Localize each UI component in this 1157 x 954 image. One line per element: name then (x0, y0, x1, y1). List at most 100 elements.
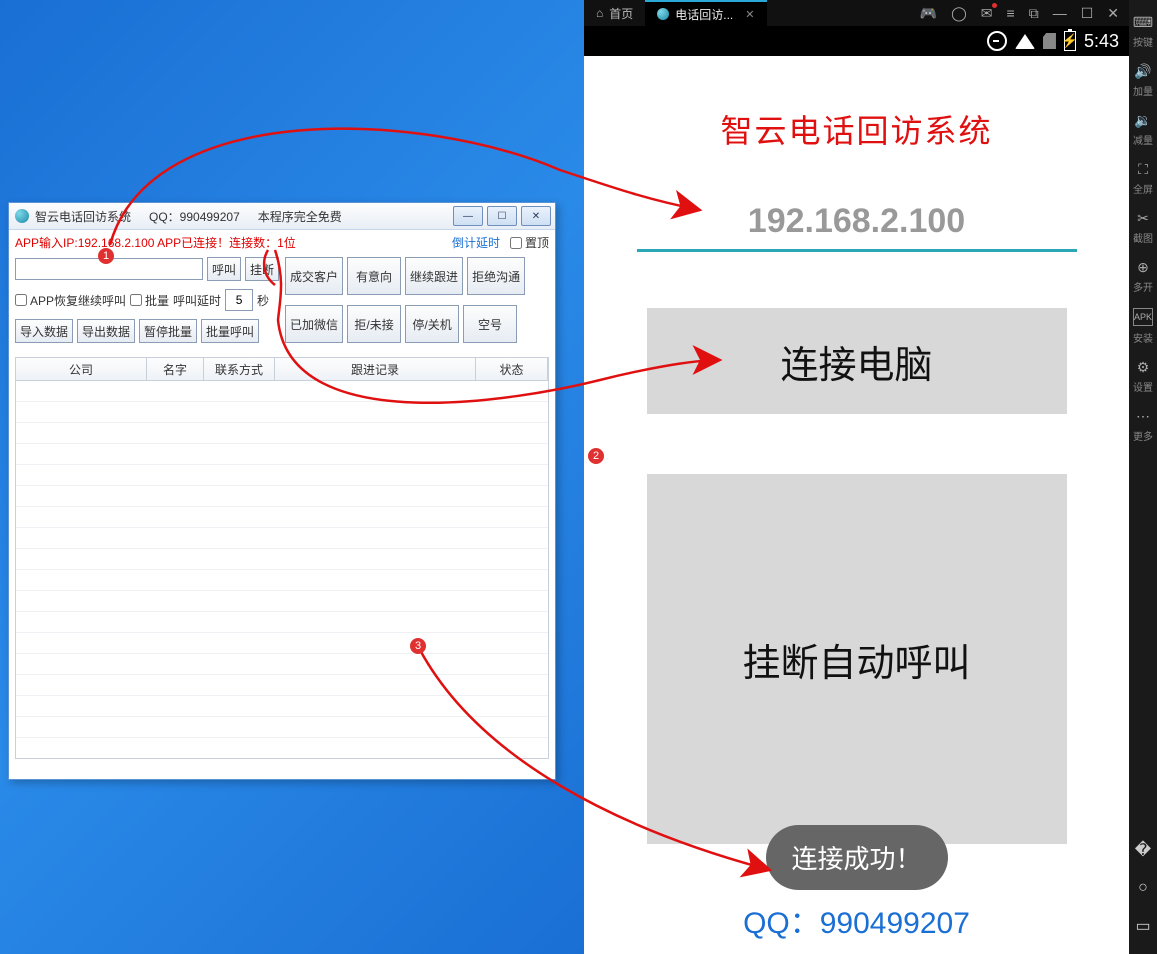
batch-call-button[interactable]: 批量呼叫 (201, 319, 259, 343)
status-line: APP输入IP:192.168.2.100 APP已连接！连接数：1位 倒计延时… (9, 230, 555, 255)
empty-button[interactable]: 空号 (463, 305, 517, 343)
table-row[interactable] (16, 717, 548, 738)
sidebar-multi[interactable]: ⊕多开 (1133, 259, 1153, 294)
sidebar-voldn[interactable]: 🔉减量 (1133, 112, 1153, 147)
more-icon: ⋯ (1135, 408, 1151, 424)
table-row[interactable] (16, 633, 548, 654)
table-row[interactable] (16, 591, 548, 612)
export-button[interactable]: 导出数据 (77, 319, 135, 343)
deal-button[interactable]: 成交客户 (285, 257, 343, 295)
app-icon (15, 209, 29, 223)
wechat-button[interactable]: 已加微信 (285, 305, 343, 343)
sidebar-keys[interactable]: ⌨按键 (1133, 14, 1153, 49)
title-app: 智云电话回访系统 (35, 208, 131, 225)
resume-checkbox[interactable]: APP恢复继续呼叫 (15, 292, 126, 309)
user-icon[interactable]: ◯ (951, 5, 967, 22)
table-row[interactable] (16, 612, 548, 633)
app-title: 智云电话回访系统 (584, 106, 1129, 152)
minimize-button[interactable]: — (453, 206, 483, 226)
titlebar[interactable]: 智云电话回访系统 QQ：990499207 本程序完全免费 — ☐ ✕ (9, 203, 555, 230)
maximize-icon[interactable]: ☐ (1081, 5, 1094, 22)
volup-icon: 🔊 (1135, 63, 1151, 79)
sidebar-fullscreen[interactable]: ⛶全屏 (1133, 161, 1153, 196)
table-row[interactable] (16, 528, 548, 549)
sidebar-more[interactable]: ⋯更多 (1133, 408, 1153, 443)
nav-recent[interactable]: ▭ (1133, 916, 1153, 936)
table-row[interactable] (16, 507, 548, 528)
toast-message: 连接成功！ (765, 825, 947, 890)
title-free: 本程序完全免费 (258, 208, 342, 225)
table-row[interactable] (16, 675, 548, 696)
emulator-window-controls: 🎮 ◯ ✉ ≡ ⧉ — ☐ ✕ (920, 5, 1129, 22)
table-row[interactable] (16, 465, 548, 486)
sidebar-screenshot[interactable]: ✂截图 (1133, 210, 1153, 245)
table-row[interactable] (16, 654, 548, 675)
home-icon: ⌂ (596, 6, 603, 20)
table-row[interactable] (16, 696, 548, 717)
qq-label: QQ：990499207 (743, 898, 970, 942)
table-row[interactable] (16, 738, 548, 759)
tab-home[interactable]: ⌂ 首页 (584, 0, 645, 26)
menu-icon[interactable]: ≡ (1007, 5, 1015, 21)
auto-call-button[interactable]: 挂断自动呼叫 (647, 474, 1067, 844)
table-row[interactable] (16, 402, 548, 423)
tab-home-label: 首页 (609, 5, 633, 22)
import-button[interactable]: 导入数据 (15, 319, 73, 343)
table-row[interactable] (16, 570, 548, 591)
multi-icon: ⊕ (1135, 259, 1151, 275)
table-row[interactable] (16, 381, 548, 402)
off-button[interactable]: 停/关机 (405, 305, 459, 343)
multiwin-icon[interactable]: ⧉ (1029, 5, 1039, 22)
phone-input[interactable] (15, 258, 203, 280)
col-status[interactable]: 状态 (476, 358, 548, 380)
call-button[interactable]: 呼叫 (207, 257, 241, 281)
status-ip-label: APP输入IP:192.168.2.100 APP已连接！连接数：1位 (15, 234, 296, 251)
table-row[interactable] (16, 423, 548, 444)
refuse-button[interactable]: 拒绝沟通 (467, 257, 525, 295)
wifi-icon (1015, 34, 1035, 49)
sidebar-apk[interactable]: APK安装 (1133, 308, 1153, 345)
col-name[interactable]: 名字 (147, 358, 204, 380)
delay-input[interactable] (225, 289, 253, 311)
mail-icon[interactable]: ✉ (981, 5, 993, 22)
countdown-link[interactable]: 倒计延时 (452, 234, 500, 251)
nav-back[interactable]: � (1133, 840, 1153, 860)
pause-batch-button[interactable]: 暂停批量 (139, 319, 197, 343)
miss-button[interactable]: 拒/未接 (347, 305, 401, 343)
sidebar-settings[interactable]: ⚙设置 (1133, 359, 1153, 394)
data-table[interactable]: 公司 名字 联系方式 跟进记录 状态 (15, 357, 549, 759)
tab-app[interactable]: 电话回访... ✕ (645, 0, 766, 26)
col-contact[interactable]: 联系方式 (204, 358, 275, 380)
ip-input[interactable]: 192.168.2.100 (637, 202, 1077, 252)
maximize-button[interactable]: ☐ (487, 206, 517, 226)
windows-app: 智云电话回访系统 QQ：990499207 本程序完全免费 — ☐ ✕ APP输… (8, 202, 556, 780)
delay-label: 呼叫延时 (173, 292, 221, 309)
table-row[interactable] (16, 549, 548, 570)
pin-top-checkbox[interactable]: 置顶 (510, 234, 549, 251)
nav-home[interactable]: ○ (1133, 878, 1153, 898)
tab-close-icon[interactable]: ✕ (745, 8, 754, 21)
batch-checkbox[interactable]: 批量 (130, 292, 169, 309)
hangup-button[interactable]: 挂断 (245, 257, 279, 281)
connect-button[interactable]: 连接电脑 (647, 308, 1067, 414)
table-row[interactable] (16, 444, 548, 465)
scissors-icon: ✂ (1135, 210, 1151, 226)
emulator-sidebar: ⌨按键 🔊加量 🔉减量 ⛶全屏 ✂截图 ⊕多开 APK安装 ⚙设置 ⋯更多 � … (1129, 0, 1157, 954)
battery-icon: ⚡ (1064, 31, 1076, 51)
table-row[interactable] (16, 486, 548, 507)
col-company[interactable]: 公司 (16, 358, 147, 380)
dnd-icon (987, 31, 1007, 51)
intent-button[interactable]: 有意向 (347, 257, 401, 295)
minimize-icon[interactable]: — (1053, 5, 1067, 21)
apk-icon: APK (1133, 308, 1153, 326)
gear-icon: ⚙ (1135, 359, 1151, 375)
close-icon[interactable]: ✕ (1107, 5, 1119, 22)
sim-icon (1043, 33, 1056, 49)
col-log[interactable]: 跟进记录 (275, 358, 476, 380)
table-body[interactable] (16, 381, 548, 759)
gamepad-icon[interactable]: 🎮 (920, 5, 937, 22)
follow-button[interactable]: 继续跟进 (405, 257, 463, 295)
title-qq: QQ：990499207 (149, 208, 240, 225)
close-button[interactable]: ✕ (521, 206, 551, 226)
sidebar-volup[interactable]: 🔊加量 (1133, 63, 1153, 98)
